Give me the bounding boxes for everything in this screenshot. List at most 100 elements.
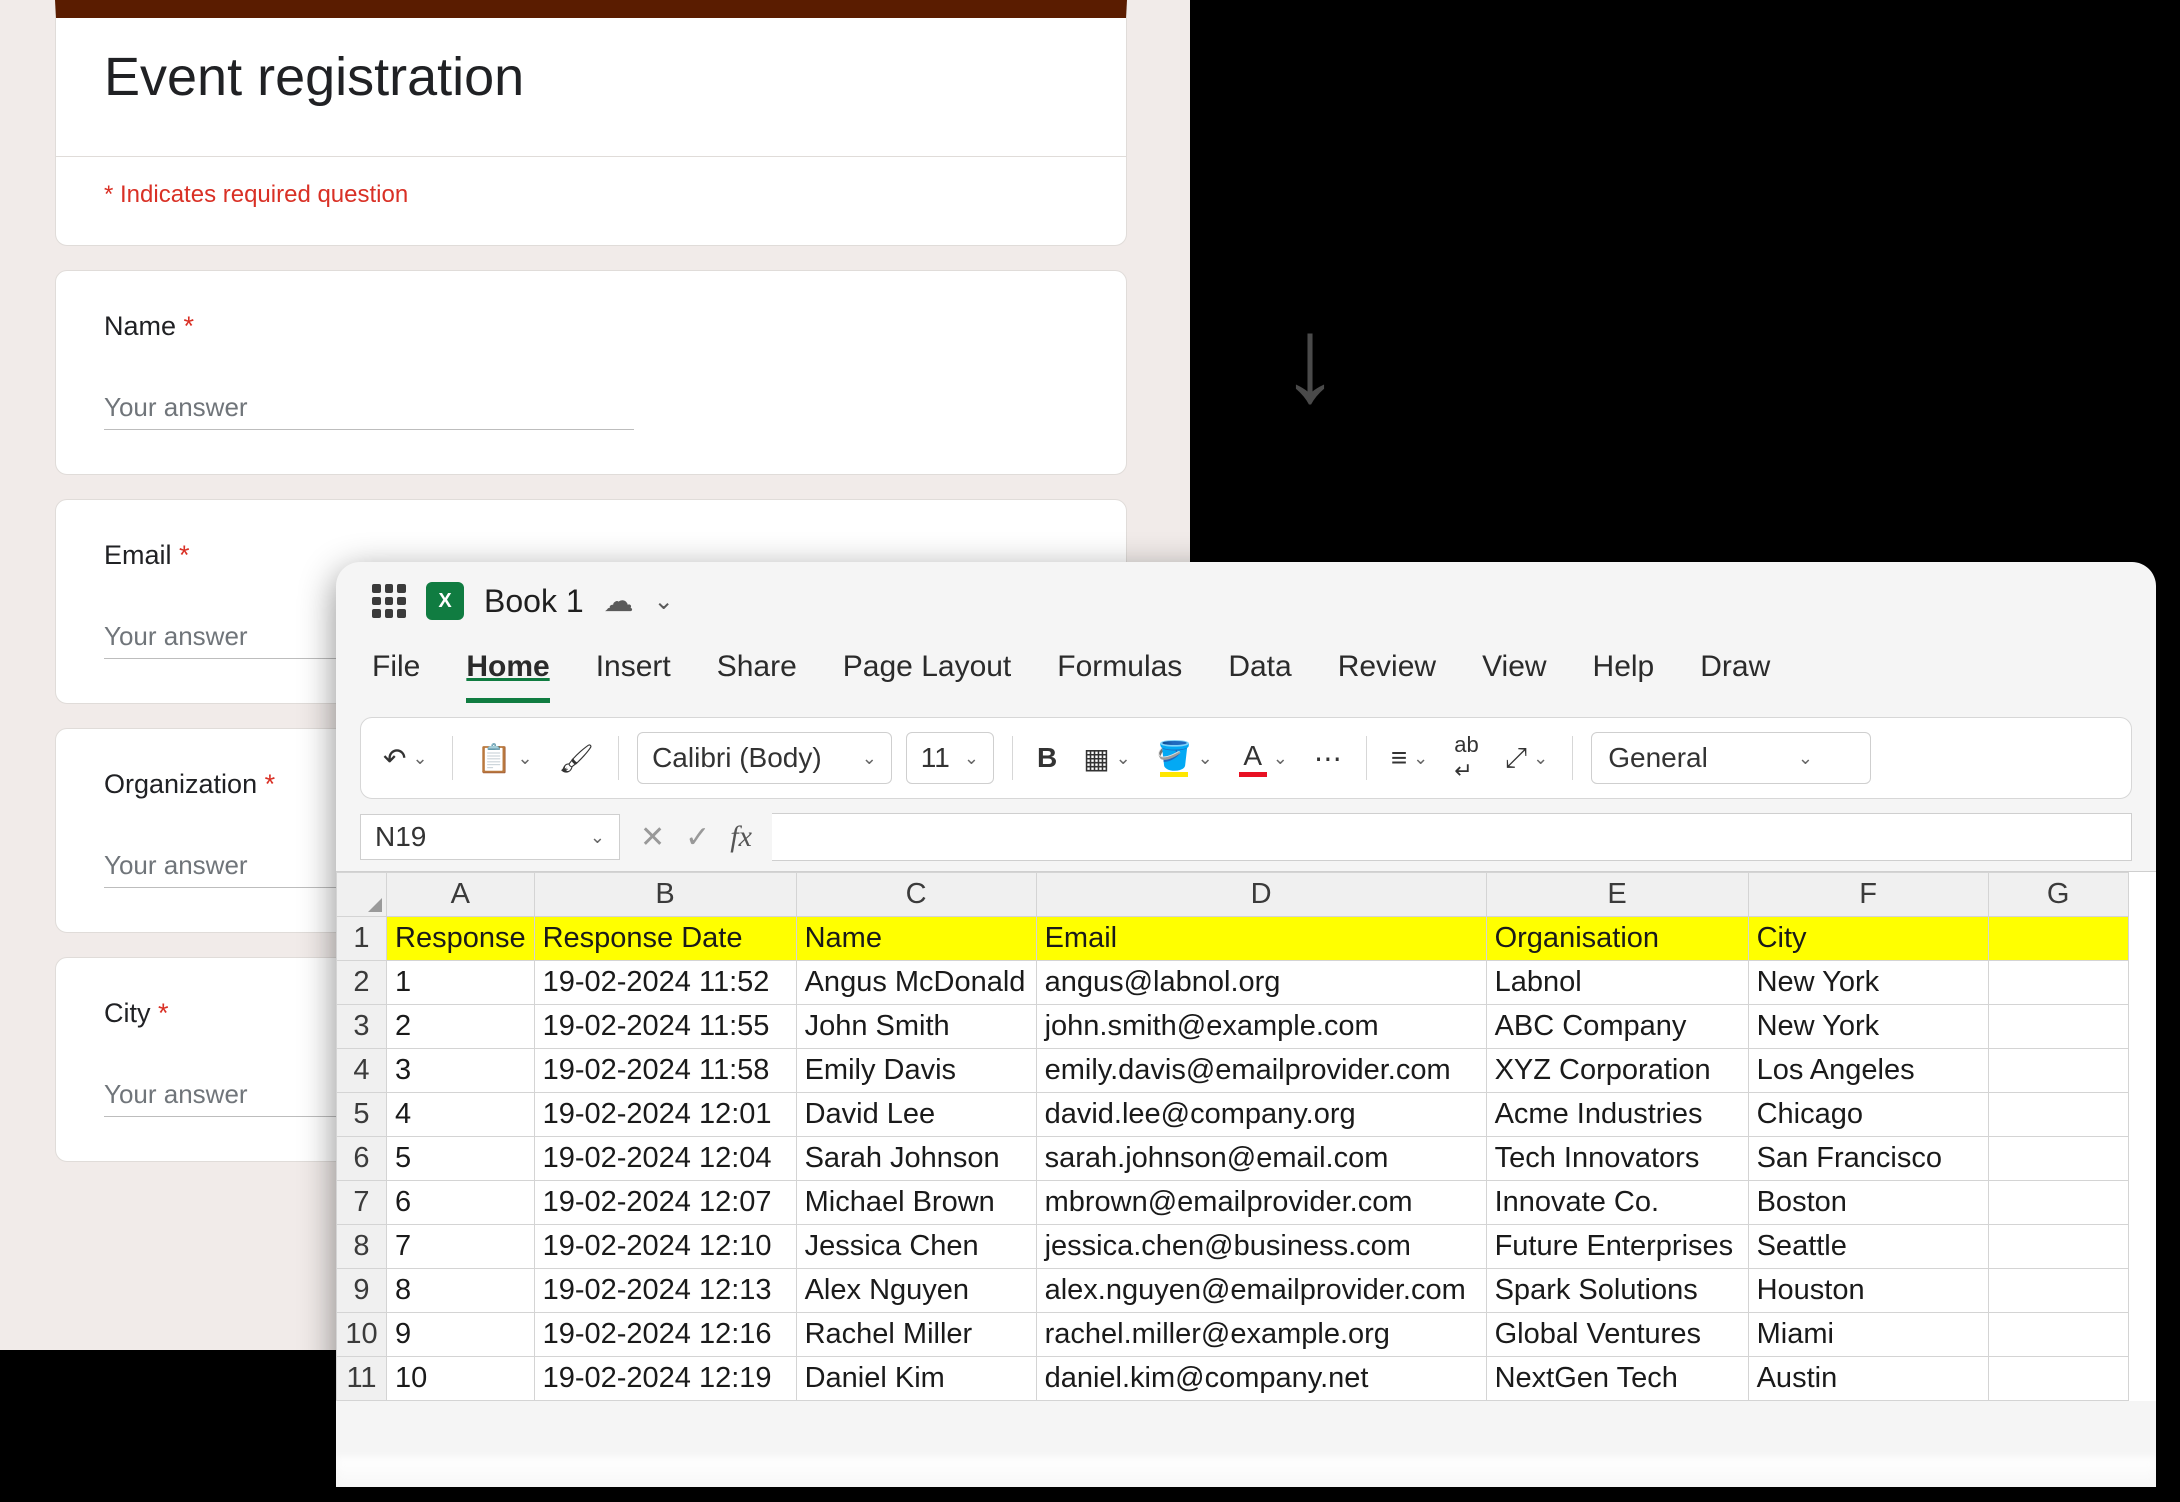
font-color-button[interactable]: A ⌄: [1233, 736, 1294, 781]
chevron-down-icon[interactable]: ⌄: [654, 587, 674, 616]
menu-tab-help[interactable]: Help: [1593, 650, 1655, 703]
cell[interactable]: 2: [387, 1005, 535, 1049]
cell[interactable]: 6: [387, 1181, 535, 1225]
row-header[interactable]: 5: [337, 1093, 387, 1137]
cell[interactable]: 19-02-2024 12:07: [534, 1181, 796, 1225]
menu-tab-data[interactable]: Data: [1228, 650, 1291, 703]
chevron-down-icon[interactable]: ⌄: [1273, 748, 1288, 769]
cell[interactable]: Labnol: [1486, 961, 1748, 1005]
cell[interactable]: Los Angeles: [1748, 1049, 1988, 1093]
cell[interactable]: Boston: [1748, 1181, 1988, 1225]
format-painter-button[interactable]: 🖌: [553, 738, 601, 779]
cell[interactable]: 1: [387, 961, 535, 1005]
cell[interactable]: Innovate Co.: [1486, 1181, 1748, 1225]
cell[interactable]: 3: [387, 1049, 535, 1093]
select-all-corner[interactable]: [337, 873, 387, 917]
cell[interactable]: Global Ventures: [1486, 1313, 1748, 1357]
borders-button[interactable]: ▦ ⌄: [1077, 738, 1137, 779]
menu-tab-share[interactable]: Share: [717, 650, 797, 703]
cell[interactable]: Daniel Kim: [796, 1357, 1036, 1401]
row-header[interactable]: 4: [337, 1049, 387, 1093]
cell[interactable]: XYZ Corporation: [1486, 1049, 1748, 1093]
fx-icon[interactable]: fx: [730, 820, 752, 855]
cell[interactable]: Angus McDonald: [796, 961, 1036, 1005]
cell[interactable]: Organisation: [1486, 917, 1748, 961]
menu-tab-review[interactable]: Review: [1338, 650, 1436, 703]
cloud-sync-icon[interactable]: ☁: [604, 584, 634, 619]
cell[interactable]: Miami: [1748, 1313, 1988, 1357]
cell[interactable]: [1988, 1357, 2128, 1401]
cell[interactable]: [1988, 961, 2128, 1005]
row-header[interactable]: 9: [337, 1269, 387, 1313]
cell[interactable]: 19-02-2024 12:10: [534, 1225, 796, 1269]
menu-tab-home[interactable]: Home: [466, 650, 549, 703]
row-header[interactable]: 6: [337, 1137, 387, 1181]
cell[interactable]: [1988, 1181, 2128, 1225]
cell[interactable]: 19-02-2024 11:58: [534, 1049, 796, 1093]
cell[interactable]: San Francisco: [1748, 1137, 1988, 1181]
cell[interactable]: Houston: [1748, 1269, 1988, 1313]
accept-formula-icon[interactable]: ✓: [685, 820, 710, 855]
cell[interactable]: [1988, 1313, 2128, 1357]
cell[interactable]: daniel.kim@company.net: [1036, 1357, 1486, 1401]
cell[interactable]: Emily Davis: [796, 1049, 1036, 1093]
cell[interactable]: 19-02-2024 11:55: [534, 1005, 796, 1049]
cell[interactable]: 19-02-2024 12:19: [534, 1357, 796, 1401]
cell[interactable]: [1988, 1137, 2128, 1181]
cell[interactable]: 9: [387, 1313, 535, 1357]
cell[interactable]: [1988, 917, 2128, 961]
cell[interactable]: mbrown@emailprovider.com: [1036, 1181, 1486, 1225]
cell[interactable]: Seattle: [1748, 1225, 1988, 1269]
cell[interactable]: New York: [1748, 1005, 1988, 1049]
cell[interactable]: ABC Company: [1486, 1005, 1748, 1049]
cell[interactable]: New York: [1748, 961, 1988, 1005]
cell[interactable]: Name: [796, 917, 1036, 961]
align-button[interactable]: ≡ ⌄: [1385, 738, 1434, 778]
wrap-text-button[interactable]: ab↵: [1448, 728, 1484, 788]
cell[interactable]: 8: [387, 1269, 535, 1313]
cell[interactable]: Spark Solutions: [1486, 1269, 1748, 1313]
column-header[interactable]: C: [796, 873, 1036, 917]
column-header[interactable]: G: [1988, 873, 2128, 917]
cell[interactable]: Jessica Chen: [796, 1225, 1036, 1269]
cell[interactable]: City: [1748, 917, 1988, 961]
cell[interactable]: jessica.chen@business.com: [1036, 1225, 1486, 1269]
chevron-down-icon[interactable]: ⌄: [412, 748, 427, 769]
row-header[interactable]: 10: [337, 1313, 387, 1357]
menu-tab-draw[interactable]: Draw: [1700, 650, 1770, 703]
cell[interactable]: Email: [1036, 917, 1486, 961]
chevron-down-icon[interactable]: ⌄: [1413, 748, 1428, 769]
row-header[interactable]: 1: [337, 917, 387, 961]
cell[interactable]: David Lee: [796, 1093, 1036, 1137]
document-name[interactable]: Book 1: [484, 583, 584, 620]
cell[interactable]: Tech Innovators: [1486, 1137, 1748, 1181]
answer-input[interactable]: [104, 392, 634, 430]
chevron-down-icon[interactable]: ⌄: [1533, 748, 1548, 769]
cell[interactable]: Austin: [1748, 1357, 1988, 1401]
column-header[interactable]: D: [1036, 873, 1486, 917]
font-family-select[interactable]: Calibri (Body) ⌄: [637, 732, 892, 784]
cell[interactable]: NextGen Tech: [1486, 1357, 1748, 1401]
number-format-select[interactable]: General ⌄: [1591, 732, 1871, 784]
fill-color-button[interactable]: 🪣 ⌄: [1151, 735, 1219, 781]
cell[interactable]: sarah.johnson@email.com: [1036, 1137, 1486, 1181]
column-header[interactable]: A: [387, 873, 535, 917]
spreadsheet-grid[interactable]: ABCDEFG1ResponseResponse DateNameEmailOr…: [336, 872, 2129, 1401]
menu-tab-view[interactable]: View: [1482, 650, 1546, 703]
cell[interactable]: [1988, 1269, 2128, 1313]
cell[interactable]: 10: [387, 1357, 535, 1401]
cell[interactable]: emily.davis@emailprovider.com: [1036, 1049, 1486, 1093]
cell[interactable]: 7: [387, 1225, 535, 1269]
cell[interactable]: 19-02-2024 12:13: [534, 1269, 796, 1313]
menu-tab-page-layout[interactable]: Page Layout: [843, 650, 1011, 703]
chevron-down-icon[interactable]: ⌄: [1116, 748, 1131, 769]
cell[interactable]: Michael Brown: [796, 1181, 1036, 1225]
formula-bar-input[interactable]: [772, 813, 2132, 861]
merge-button[interactable]: ⤢ ⌄: [1499, 738, 1555, 779]
cell[interactable]: 19-02-2024 12:01: [534, 1093, 796, 1137]
column-header[interactable]: B: [534, 873, 796, 917]
cell[interactable]: [1988, 1005, 2128, 1049]
undo-button[interactable]: ↶ ⌄: [377, 738, 434, 779]
cell[interactable]: Response Date: [534, 917, 796, 961]
bold-button[interactable]: B: [1031, 738, 1063, 778]
